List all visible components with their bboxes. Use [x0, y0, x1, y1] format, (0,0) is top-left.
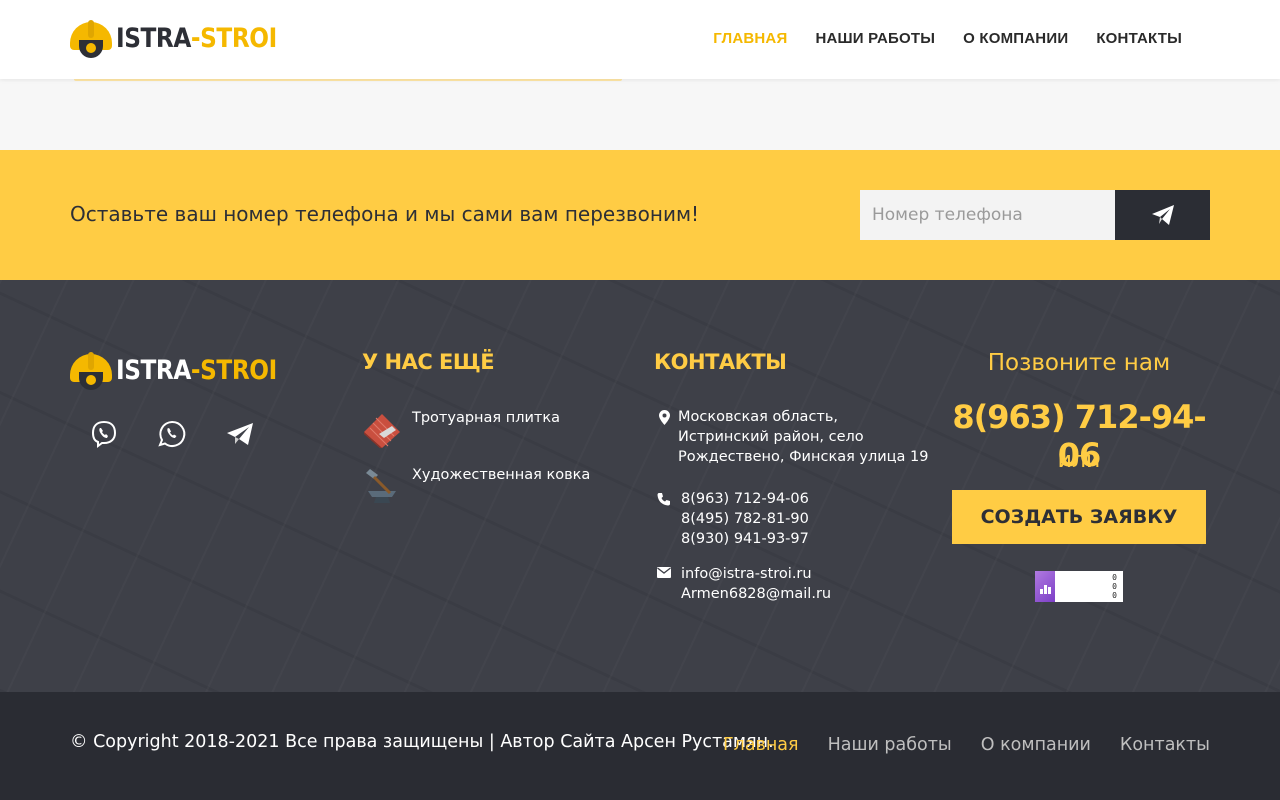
- site-logo[interactable]: ISTRA-STROI: [70, 18, 303, 58]
- contact-address: Московская область, Истринский район, се…: [656, 407, 929, 467]
- bottom-nav-home[interactable]: Главная: [723, 735, 799, 755]
- address-line: Истринский район, село: [678, 429, 864, 445]
- counter-value: 0: [1112, 591, 1117, 600]
- nav-our-works[interactable]: НАШИ РАБОТЫ: [815, 30, 935, 47]
- logo-text: ISTRA-STROI: [116, 22, 277, 54]
- bottom-nav-our-works[interactable]: Наши работы: [828, 735, 952, 755]
- envelope-icon: [657, 567, 671, 578]
- phone-input[interactable]: [860, 190, 1115, 240]
- phone-link[interactable]: 8(930) 941-93-97: [681, 529, 809, 549]
- address-line: Рождествено, Финская улица 19: [678, 449, 929, 465]
- more-item-forging[interactable]: Художественная ковка: [362, 465, 590, 505]
- paving-tile-icon: [364, 414, 400, 448]
- paper-plane-icon: [1151, 205, 1174, 225]
- contact-phones: 8(963) 712-94-06 8(495) 782-81-90 8(930)…: [656, 489, 809, 549]
- whatsapp-icon[interactable]: [156, 418, 188, 450]
- site-header: ISTRA-STROI ГЛАВНАЯ НАШИ РАБОТЫ О КОМПАН…: [0, 0, 1280, 79]
- counter-logo-icon: [1035, 571, 1055, 602]
- counter-value: 0: [1112, 573, 1117, 582]
- visit-counter-widget[interactable]: 0 0 0: [1035, 571, 1123, 602]
- counter-value: 0: [1112, 582, 1117, 591]
- more-item-label: Тротуарная плитка: [412, 410, 561, 426]
- email-link[interactable]: Armen6828@mail.ru: [681, 584, 831, 604]
- map-pin-icon: [658, 410, 670, 425]
- footer-logo-text: ISTRA-STROI: [116, 354, 277, 386]
- send-button[interactable]: [1115, 190, 1210, 240]
- helmet-logo-icon: [70, 350, 112, 390]
- bottom-nav-about[interactable]: О компании: [981, 735, 1091, 755]
- anvil-hammer-icon: [366, 469, 396, 503]
- nav-contacts[interactable]: КОНТАКТЫ: [1096, 30, 1182, 47]
- footer: ISTRA-STROI У НАС ЕЩЁ Тротуарная плитка: [0, 280, 1280, 692]
- call-title: Позвоните нам: [987, 350, 1171, 376]
- more-title: У НАС ЕЩЁ: [362, 350, 495, 374]
- nav-home[interactable]: ГЛАВНАЯ: [713, 30, 787, 47]
- main-nav: ГЛАВНАЯ НАШИ РАБОТЫ О КОМПАНИИ КОНТАКТЫ: [713, 30, 1182, 47]
- telegram-icon[interactable]: [224, 418, 256, 450]
- phone-link[interactable]: 8(495) 782-81-90: [681, 509, 809, 529]
- bottom-bar: © Copyright 2018-2021 Все права защищены…: [0, 692, 1280, 800]
- contacts-title: КОНТАКТЫ: [654, 350, 787, 374]
- bottom-nav-contacts[interactable]: Контакты: [1120, 735, 1210, 755]
- copyright-text: © Copyright 2018-2021 Все права защищены…: [70, 732, 774, 752]
- phone-icon: [657, 493, 670, 506]
- more-item-label: Художественная ковка: [412, 467, 591, 483]
- social-links: [88, 418, 256, 450]
- more-item-paving[interactable]: Тротуарная плитка: [362, 408, 560, 448]
- contact-emails: info@istra-stroi.ru Armen6828@mail.ru: [656, 564, 831, 604]
- email-link[interactable]: info@istra-stroi.ru: [681, 564, 831, 584]
- call-or-text: или: [1057, 448, 1101, 473]
- callback-section: Оставьте ваш номер телефона и мы сами ва…: [0, 150, 1280, 280]
- nav-about[interactable]: О КОМПАНИИ: [963, 30, 1068, 47]
- phone-link[interactable]: 8(963) 712-94-06: [681, 489, 809, 509]
- helmet-logo-icon: [70, 18, 112, 58]
- bottom-nav: Главная Наши работы О компании Контакты: [723, 735, 1210, 755]
- viber-icon[interactable]: [88, 418, 120, 450]
- footer-logo[interactable]: ISTRA-STROI: [70, 350, 303, 390]
- create-request-button[interactable]: СОЗДАТЬ ЗАЯВКУ: [952, 490, 1206, 544]
- callback-text: Оставьте ваш номер телефона и мы сами ва…: [70, 202, 700, 226]
- address-line: Московская область,: [678, 409, 839, 425]
